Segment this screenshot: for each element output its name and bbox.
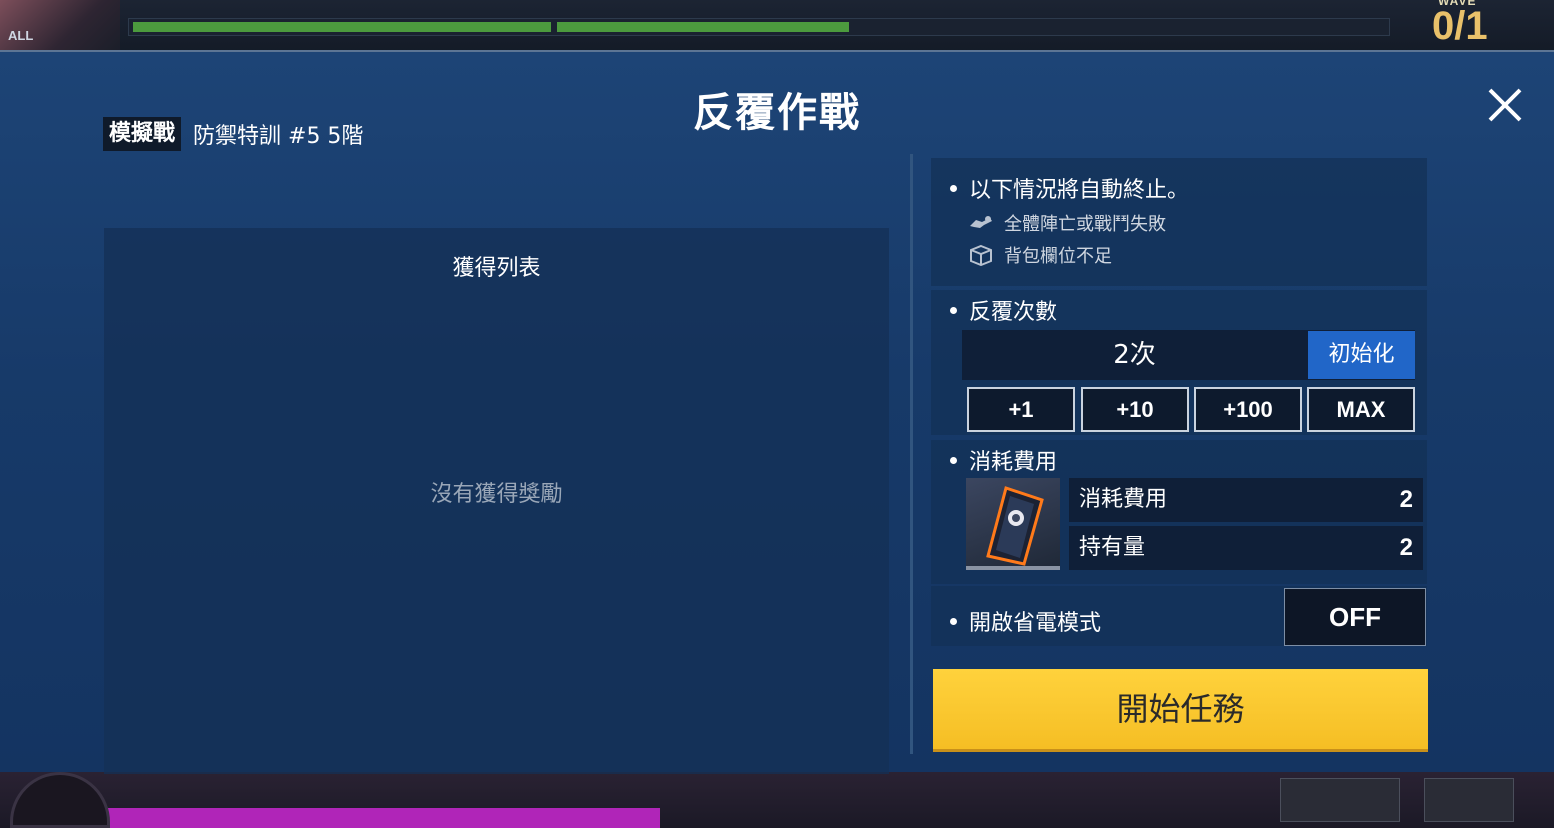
cost-title-text: 消耗費用 xyxy=(969,450,1058,475)
cost-row: 消耗費用 2 xyxy=(1069,478,1423,522)
start-mission-button[interactable]: 開始任務 xyxy=(933,669,1428,749)
increment-100-button[interactable]: +100 xyxy=(1194,387,1302,432)
repeat-count-value: 2次 xyxy=(1113,340,1156,370)
fallen-unit-icon xyxy=(970,216,992,228)
boss-hp-bar xyxy=(128,18,1390,36)
bullet-dot xyxy=(950,184,957,192)
condition-text: 背包欄位不足 xyxy=(1004,246,1112,267)
power-save-title: 開啟省電模式 xyxy=(950,605,1101,637)
reward-list-panel: 獲得列表 沒有獲得獎勵 xyxy=(104,228,889,774)
close-icon[interactable] xyxy=(1484,84,1526,126)
reward-empty-text: 沒有獲得獎勵 xyxy=(430,482,563,507)
game-bottom-bar xyxy=(0,772,1554,828)
cost-row-label: 消耗費用 xyxy=(1079,487,1168,512)
auto-stop-title-text: 以下情況將自動終止。 xyxy=(969,178,1190,203)
bullet-dot xyxy=(950,456,957,464)
all-tag: ALL xyxy=(8,28,34,43)
stage-name: 防禦特訓 #5 5階 xyxy=(193,124,364,149)
game-top-bar: ALL WAVE 0/1 xyxy=(0,0,1554,52)
owned-row-value: 2 xyxy=(1399,534,1413,561)
power-save-toggle[interactable]: OFF xyxy=(1284,588,1426,646)
panel-divider xyxy=(910,154,913,754)
repeat-count-display: 2次 初始化 xyxy=(962,330,1415,380)
reward-list-title: 獲得列表 xyxy=(452,256,541,281)
cost-row-value: 2 xyxy=(1399,486,1413,513)
increment-1-button[interactable]: +1 xyxy=(967,387,1075,432)
condition-row: 全體陣亡或戰鬥失敗 xyxy=(968,210,1166,236)
character-avatar xyxy=(0,0,120,52)
cost-orb xyxy=(10,772,110,828)
cost-title: 消耗費用 xyxy=(950,444,1057,476)
hp-fill-segment xyxy=(557,22,849,32)
stage-type-tag: 模擬戰 xyxy=(103,117,182,151)
owned-row-label: 持有量 xyxy=(1079,535,1146,560)
owned-row: 持有量 2 xyxy=(1069,526,1423,570)
bullet-dot xyxy=(950,306,957,314)
condition-text: 全體陣亡或戰鬥失敗 xyxy=(1004,214,1166,235)
ticket-icon xyxy=(966,478,1060,570)
wave-count: 0/1 xyxy=(1432,4,1488,48)
hex-panel xyxy=(1280,778,1400,822)
hex-panel xyxy=(1424,778,1514,822)
increment-10-button[interactable]: +10 xyxy=(1081,387,1189,432)
box-icon xyxy=(970,244,992,266)
stage-header: 模擬戰 防禦特訓 #5 5階 xyxy=(103,117,363,151)
max-count-button[interactable]: MAX xyxy=(1307,387,1415,432)
condition-row: 背包欄位不足 xyxy=(968,242,1112,268)
auto-stop-title: 以下情況將自動終止。 xyxy=(950,172,1189,204)
hp-fill-segment xyxy=(133,22,551,32)
repeat-count-title-text: 反覆次數 xyxy=(969,300,1058,325)
reset-count-button[interactable]: 初始化 xyxy=(1308,331,1415,379)
repeat-count-title: 反覆次數 xyxy=(950,294,1057,326)
skill-gauge xyxy=(40,808,660,828)
bullet-dot xyxy=(950,617,957,625)
power-save-title-text: 開啟省電模式 xyxy=(969,611,1102,636)
